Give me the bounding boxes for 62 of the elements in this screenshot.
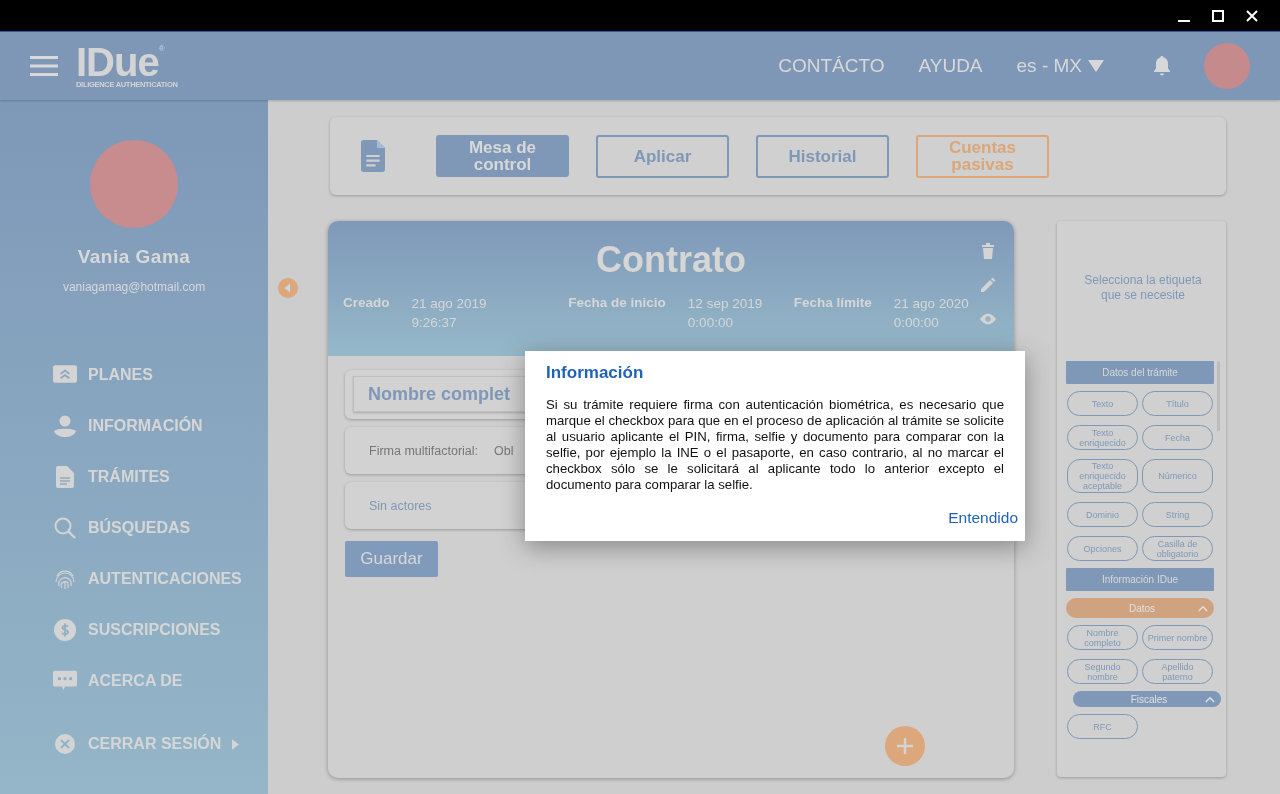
collapse-icon[interactable] (278, 278, 298, 298)
header-link[interactable]: AYUDA (918, 55, 983, 77)
date-label: Fecha límite (793, 295, 872, 312)
trash-icon[interactable] (980, 243, 996, 259)
eye-icon[interactable] (980, 311, 996, 327)
panel-prompt: Selecciona la etiqueta que se necesite (1083, 273, 1203, 303)
maximize-icon[interactable] (1212, 9, 1224, 22)
toolbar-tab[interactable]: Aplicar (596, 134, 729, 178)
language-select[interactable]: es - MX (1016, 55, 1104, 77)
nav-item[interactable]: ACERCA DE (53, 670, 268, 692)
date-value: 12 sep 2019 0:00:00 (687, 295, 763, 332)
section-header[interactable]: Datos del trámite (1066, 361, 1214, 384)
tag-chip[interactable]: Texto enriquecido aceptable (1067, 459, 1138, 493)
signature-label: Firma multifactorial: (369, 443, 479, 458)
caret-icon (232, 738, 240, 750)
add-button[interactable] (885, 726, 925, 766)
contract-title: Contrato (596, 239, 746, 281)
user-name: Vania Gama (77, 246, 191, 268)
registered-mark: ® (158, 43, 165, 53)
nav-item[interactable]: PLANES (53, 364, 268, 386)
nav-item[interactable]: INFORMACIÓN (53, 415, 268, 437)
field-label: Nombre complet (368, 383, 511, 405)
toolbar-tab[interactable]: Mesa de control (436, 134, 569, 177)
chevron-up-icon (1205, 695, 1215, 703)
person-icon (53, 415, 77, 437)
group-toggle[interactable]: Fiscales (1073, 691, 1221, 707)
tag-chip[interactable]: Númerico (1142, 459, 1213, 493)
fingerprint-icon (53, 568, 77, 590)
nav-item[interactable]: SUSCRIPCIONES (53, 619, 268, 641)
understood-button[interactable]: Entendido (948, 509, 1018, 527)
close-icon[interactable] (1246, 9, 1258, 22)
header-link[interactable]: CONTÁCTO (778, 55, 885, 77)
pencil-icon[interactable] (980, 277, 996, 293)
user-email: vaniagamag@hotmail.com (62, 280, 206, 294)
save-button[interactable]: Guardar (345, 541, 438, 577)
nav-item[interactable]: BÚSQUEDAS (53, 517, 268, 539)
chevrons-icon (53, 364, 77, 386)
logout-button[interactable]: CERRAR SESIÓN (53, 734, 240, 754)
date-label: Creado (343, 295, 390, 312)
date-value: 21 ago 2019 9:26:37 (411, 295, 487, 332)
actors-text: Sin actores (369, 498, 432, 513)
chevron-up-icon (1198, 604, 1208, 612)
menu-icon[interactable] (30, 56, 58, 76)
search-icon (53, 517, 77, 539)
group-toggle[interactable]: Datos (1066, 598, 1214, 618)
toolbar-tab[interactable]: Cuentas pasivas (916, 134, 1049, 178)
signature-value: Obl (494, 443, 514, 458)
nav-item[interactable]: AUTENTICACIONES (53, 568, 268, 590)
nav-item[interactable]: TRÁMITES (53, 466, 268, 488)
date-label: Fecha de inicio (568, 295, 666, 312)
caret-icon (1088, 60, 1104, 72)
toolbar-tab[interactable]: Historial (756, 134, 889, 178)
chat-icon (53, 670, 77, 692)
close-icon (55, 734, 75, 754)
logo: IDue (76, 43, 159, 80)
section-header[interactable]: Información IDue (1066, 568, 1214, 591)
document-icon (360, 140, 386, 172)
dollar-icon (53, 619, 77, 641)
bell-icon[interactable] (1152, 55, 1172, 77)
document-icon (53, 466, 77, 488)
date-value: 21 ago 2020 0:00:00 (893, 295, 969, 332)
avatar[interactable] (1204, 43, 1250, 89)
